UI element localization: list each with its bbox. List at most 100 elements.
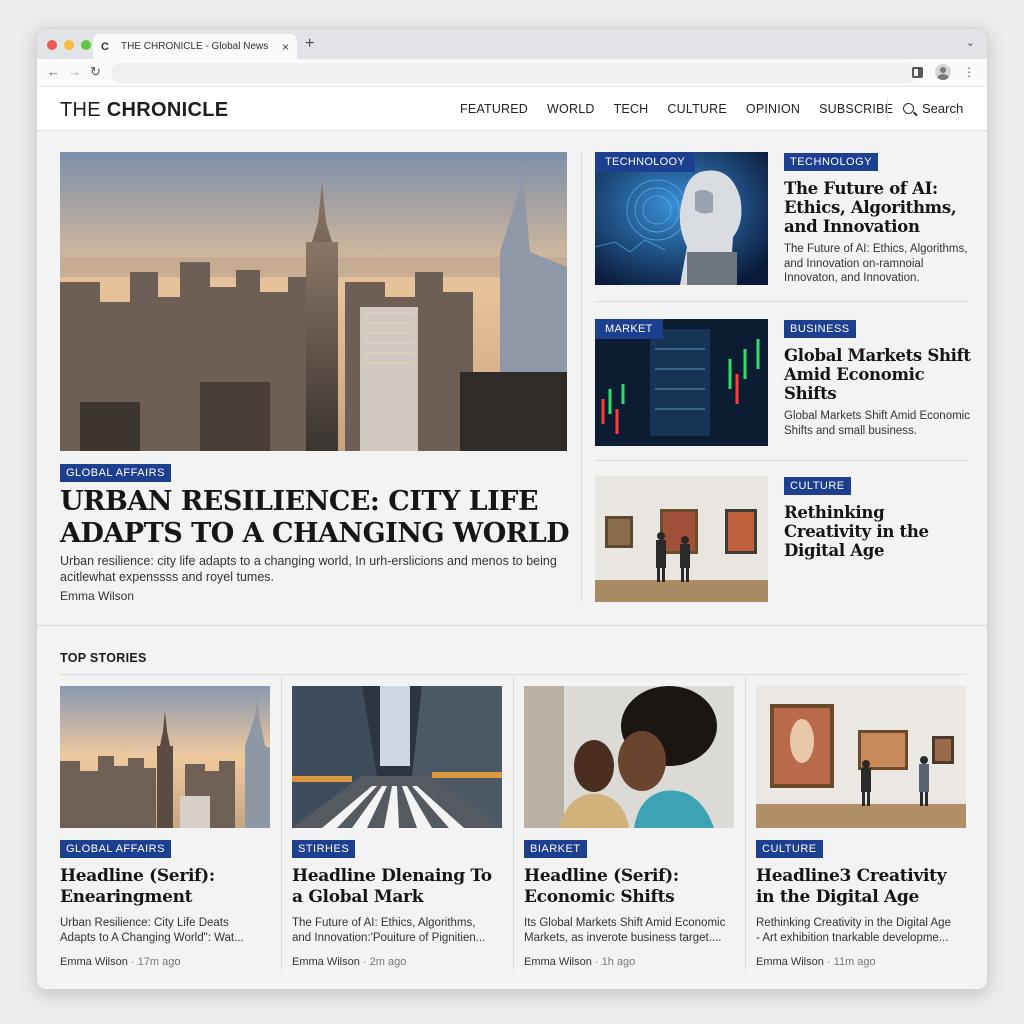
hero-summary: Urban resilience: city life adapts to a …	[60, 554, 557, 584]
card-timestamp: 1h ago	[601, 956, 636, 968]
profile-avatar-icon[interactable]	[935, 64, 951, 80]
logo-text-bold: CHRONICLE	[106, 99, 229, 121]
card-meta: Emma Wilson · 1h ago	[524, 956, 734, 968]
card-divider	[281, 676, 282, 969]
side-summary-markets: Global Markets Shift Amid Economic Shift…	[784, 410, 970, 437]
card-category[interactable]: CULTURE	[756, 839, 966, 858]
card-badge-label: BIARKET	[524, 840, 587, 858]
new-tab-button[interactable]: +	[305, 35, 314, 53]
side-story-ai[interactable]: TECHNOLOOY TECHNOLOGY The Future of AI: …	[595, 152, 967, 285]
nav-divider	[887, 98, 888, 120]
side-image-markets[interactable]: MARKET	[595, 319, 768, 446]
reload-icon[interactable]: ↻	[90, 64, 101, 80]
card-meta: Emma Wilson · 2m ago	[292, 956, 502, 968]
more-menu-icon[interactable]: ⋮	[963, 65, 975, 79]
main-nav: FEATURED WORLD TECH CULTURE OPINION SUBS…	[460, 102, 912, 116]
card-author[interactable]: Emma Wilson	[756, 956, 824, 968]
card-timestamp: 17m ago	[137, 956, 181, 968]
card-headline[interactable]: Headlinе3 Creativity in the Digital Age	[756, 866, 966, 908]
card-summary-line: The Future of AI: Ethics, Algorithms,	[292, 917, 476, 929]
window-controls	[47, 40, 91, 50]
hero-category-badge[interactable]: GLOBAL AFFAIRS	[60, 463, 171, 482]
search-icon	[903, 103, 914, 114]
hero-badge-label: GLOBAL AFFAIRS	[60, 464, 171, 482]
forward-arrow-icon[interactable]: →	[68, 64, 81, 79]
site-favicon-icon: C	[101, 40, 109, 53]
card-timestamp: 11m ago	[833, 956, 876, 968]
card-summary-line: and Innovation:'Pouiture of Pignitien...	[292, 932, 486, 944]
side-panel-icon[interactable]	[912, 66, 923, 78]
site-header: THE CHRONICLE FEATURED WORLD TECH CULTUR…	[37, 87, 987, 131]
card-badge-label: CULTURE	[756, 840, 823, 858]
card-divider	[513, 676, 514, 969]
story-card[interactable]: CULTURE Headlinе3 Creativity in the Digi…	[756, 686, 966, 968]
card-headline[interactable]: Headline (Serif): Enearingment	[60, 866, 270, 908]
side-badge-business[interactable]: BUSINESS	[784, 320, 856, 338]
tab-close-icon[interactable]: ×	[282, 40, 289, 54]
hero-headline[interactable]: URBAN RESILIENCE: CITY LIFE ADAPTS TO A …	[60, 486, 570, 550]
nav-culture[interactable]: CULTURE	[667, 102, 727, 116]
side-divider	[595, 301, 967, 302]
side-image-gallery[interactable]	[595, 476, 768, 602]
card-author[interactable]: Emma Wilson	[60, 956, 128, 968]
side-headline-markets[interactable]: Global Markets Shift Amid Economic Shift…	[784, 346, 974, 403]
address-bar[interactable]	[111, 63, 917, 83]
story-card[interactable]: BIARKET Headline (Serif): Economic Shift…	[524, 686, 734, 968]
card-summary-line: Urban Resilience: City Life Deats	[60, 917, 229, 929]
side-text-markets: BUSINESS Global Markets Shift Amid Econo…	[784, 319, 974, 438]
card-summary-line: Its Global Markets Shift Amid Economic	[524, 917, 726, 929]
side-headline-culture[interactable]: Rethinking Creativity in the Digital Age	[784, 503, 974, 560]
card-badge-label: STIRHES	[292, 840, 356, 858]
nav-opinion[interactable]: OPINION	[746, 102, 800, 116]
top-stories-divider	[60, 674, 966, 675]
toolbar-actions: ⋮	[912, 64, 975, 80]
side-image-ai[interactable]: TECHNOLOOY	[595, 152, 768, 285]
minimize-window-button[interactable]	[64, 40, 74, 50]
browser-tab[interactable]: C THE CHRONICLE - Global News ×	[93, 34, 297, 59]
meta-separator: ·	[362, 956, 367, 968]
side-headline-ai[interactable]: The Future of AI: Ethics, Algorithms, an…	[784, 179, 974, 236]
card-author[interactable]: Emma Wilson	[292, 956, 360, 968]
search-label: Search	[922, 101, 964, 116]
card-headline[interactable]: Headline Dlenaing To a Global Mark	[292, 866, 502, 908]
card-divider	[745, 676, 746, 969]
top-stories-heading: TOP STORIES	[60, 651, 147, 665]
search-button[interactable]: Search	[903, 101, 963, 116]
side-image-ai-overlay: TECHNOLOOY	[595, 152, 696, 172]
side-story-culture[interactable]: CULTURE Rethinking Creativity in the Dig…	[595, 476, 967, 602]
logo-text-light: THE	[60, 99, 107, 121]
side-summary-ai: The Future of AI: Ethics, Algorithms, an…	[784, 243, 968, 284]
section-divider	[37, 625, 987, 626]
side-badge-culture[interactable]: CULTURE	[784, 477, 851, 495]
nav-subscribe[interactable]: SUBSCRIBE	[819, 102, 893, 116]
card-summary-line: Adapts to A Changing World": Wat...	[60, 932, 244, 944]
side-text-ai: TECHNOLOGY The Future of AI: Ethics, Alg…	[784, 152, 974, 286]
side-story-markets[interactable]: MARKET BUSINESS Global Markets Shift Ami…	[595, 319, 971, 446]
card-headline[interactable]: Headline (Serif): Economic Shifts	[524, 866, 734, 908]
side-badge-technology[interactable]: TECHNOLOGY	[784, 153, 879, 171]
card-image-skyline[interactable]	[60, 686, 270, 828]
hero-image[interactable]	[60, 152, 567, 451]
close-window-button[interactable]	[47, 40, 57, 50]
nav-featured[interactable]: FEATURED	[460, 102, 528, 116]
hero-author[interactable]: Emma Wilson	[60, 589, 134, 603]
nav-tech[interactable]: TECH	[614, 102, 649, 116]
card-image-street[interactable]	[292, 686, 502, 828]
tab-strip: C THE CHRONICLE - Global News × + ⌄	[37, 29, 987, 59]
nav-world[interactable]: WORLD	[547, 102, 595, 116]
card-category[interactable]: GLOBAL AFFAIRS	[60, 839, 270, 858]
back-arrow-icon[interactable]: ←	[47, 64, 60, 79]
maximize-window-button[interactable]	[81, 40, 91, 50]
card-image-gallery[interactable]	[756, 686, 966, 828]
card-image-portrait[interactable]	[524, 686, 734, 828]
card-category[interactable]: STIRHES	[292, 839, 502, 858]
tab-search-chevron-icon[interactable]: ⌄	[966, 36, 975, 49]
card-meta: Emma Wilson · 11m ago	[756, 956, 966, 968]
story-card[interactable]: STIRHES Headline Dlenaing To a Global Ma…	[292, 686, 502, 968]
tab-title: THE CHRONICLE - Global News	[121, 41, 269, 52]
card-author[interactable]: Emma Wilson	[524, 956, 592, 968]
side-text-culture: CULTURE Rethinking Creativity in the Dig…	[784, 476, 974, 566]
story-card[interactable]: GLOBAL AFFAIRS Headline (Serif): Enearin…	[60, 686, 270, 968]
card-category[interactable]: BIARKET	[524, 839, 734, 858]
site-logo[interactable]: THE CHRONICLE	[60, 99, 228, 122]
